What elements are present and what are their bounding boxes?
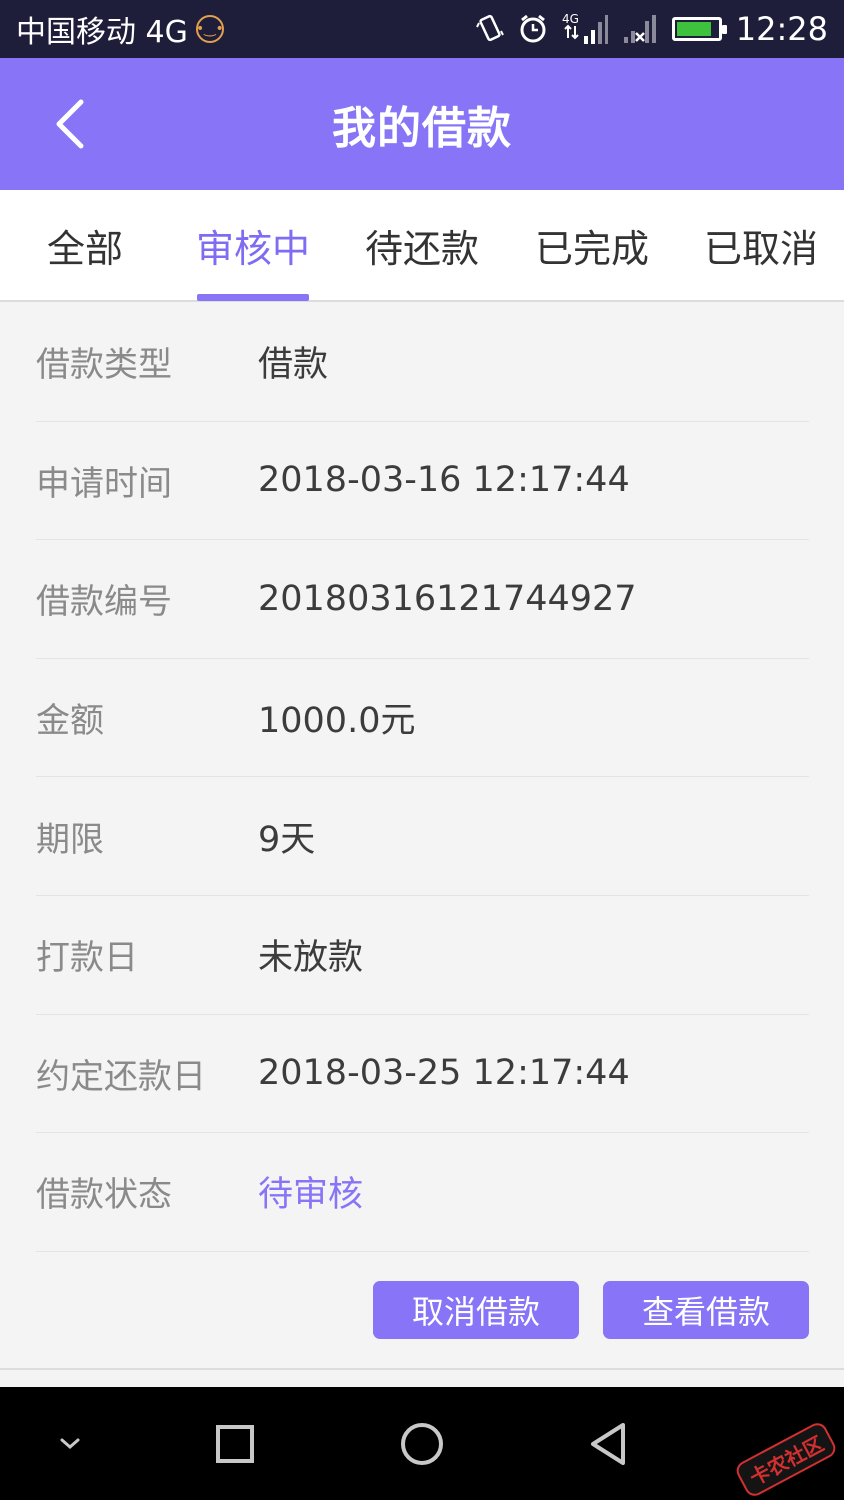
home-button[interactable] (386, 1387, 458, 1500)
app-bar: 我的借款 (0, 58, 844, 190)
carrier-label: 中国移动 4G (16, 15, 188, 50)
page-title: 我的借款 (332, 103, 512, 154)
circle-home-icon (401, 1422, 443, 1465)
action-bar: 取消借款 查看借款 (0, 1252, 844, 1370)
signal-no-sim-icon (622, 13, 658, 45)
detail-value: 未放款 (258, 938, 364, 979)
detail-value: 借款 (258, 345, 329, 386)
hide-nav-button[interactable] (40, 1387, 100, 1500)
detail-label: 期限 (36, 819, 104, 860)
detail-label: 打款日 (36, 938, 138, 979)
battery-icon (671, 17, 727, 41)
detail-row-due-date: 约定还款日 2018-03-25 12:17:44 (36, 1015, 809, 1134)
watermark-logo: 卡农社区 (733, 1419, 839, 1500)
detail-value: 2018-03-16 12:17:44 (258, 460, 630, 501)
detail-value: 20180316121744927 (258, 578, 637, 619)
cancel-loan-button[interactable]: 取消借款 (373, 1281, 579, 1339)
detail-label: 约定还款日 (36, 1056, 206, 1097)
status-value: 待审核 (258, 1175, 364, 1216)
chevron-down-icon (60, 1438, 80, 1449)
detail-label: 金额 (36, 701, 104, 742)
status-bar-right: 4G 12:28 (475, 10, 828, 48)
status-bar: 中国移动 4G •‿• 4G 12:28 (0, 0, 844, 58)
emoji-icon: •‿• (195, 15, 224, 43)
view-loan-button[interactable]: 查看借款 (603, 1281, 809, 1339)
detail-row-loan-status: 借款状态 待审核 (36, 1133, 809, 1252)
tab-pending-repayment[interactable]: 待还款 (355, 190, 489, 300)
detail-row-loan-type: 借款类型 借款 (36, 303, 809, 422)
detail-label: 借款类型 (36, 345, 172, 386)
recents-button[interactable] (200, 1387, 270, 1500)
detail-value: 9天 (258, 819, 316, 860)
detail-label: 申请时间 (36, 463, 172, 504)
tab-under-review[interactable]: 审核中 (186, 190, 320, 300)
detail-row-apply-time: 申请时间 2018-03-16 12:17:44 (36, 422, 809, 541)
square-recents-icon (216, 1424, 254, 1463)
detail-row-disburse-date: 打款日 未放款 (36, 896, 809, 1015)
system-nav-bar: 卡农社区 (0, 1387, 844, 1500)
triangle-back-icon (591, 1422, 625, 1465)
detail-row-term: 期限 9天 (36, 777, 809, 896)
detail-label: 借款编号 (36, 582, 172, 623)
detail-row-amount: 金额 1000.0元 (36, 659, 809, 778)
back-button[interactable] (40, 92, 100, 156)
detail-label: 借款状态 (36, 1175, 172, 1216)
signal-4g-icon: 4G (562, 12, 608, 46)
detail-value: 2018-03-25 12:17:44 (258, 1053, 630, 1094)
tab-bar: 全部 审核中 待还款 已完成 已取消 (0, 190, 844, 302)
tab-completed[interactable]: 已完成 (525, 190, 659, 300)
back-nav-button[interactable] (572, 1387, 644, 1500)
vibrate-icon (475, 13, 504, 45)
network-badge: 4G (562, 12, 579, 26)
loan-details: 借款类型 借款 申请时间 2018-03-16 12:17:44 借款编号 20… (36, 303, 809, 1252)
chevron-left-icon (56, 99, 84, 149)
active-tab-indicator (197, 294, 309, 301)
detail-value: 1000.0元 (258, 701, 416, 742)
tab-cancelled[interactable]: 已取消 (694, 190, 828, 300)
clock: 12:28 (735, 10, 828, 48)
alarm-icon (518, 13, 548, 45)
tab-all[interactable]: 全部 (26, 190, 144, 300)
detail-row-loan-number: 借款编号 20180316121744927 (36, 540, 809, 659)
status-bar-left: 中国移动 4G •‿• (16, 7, 224, 51)
